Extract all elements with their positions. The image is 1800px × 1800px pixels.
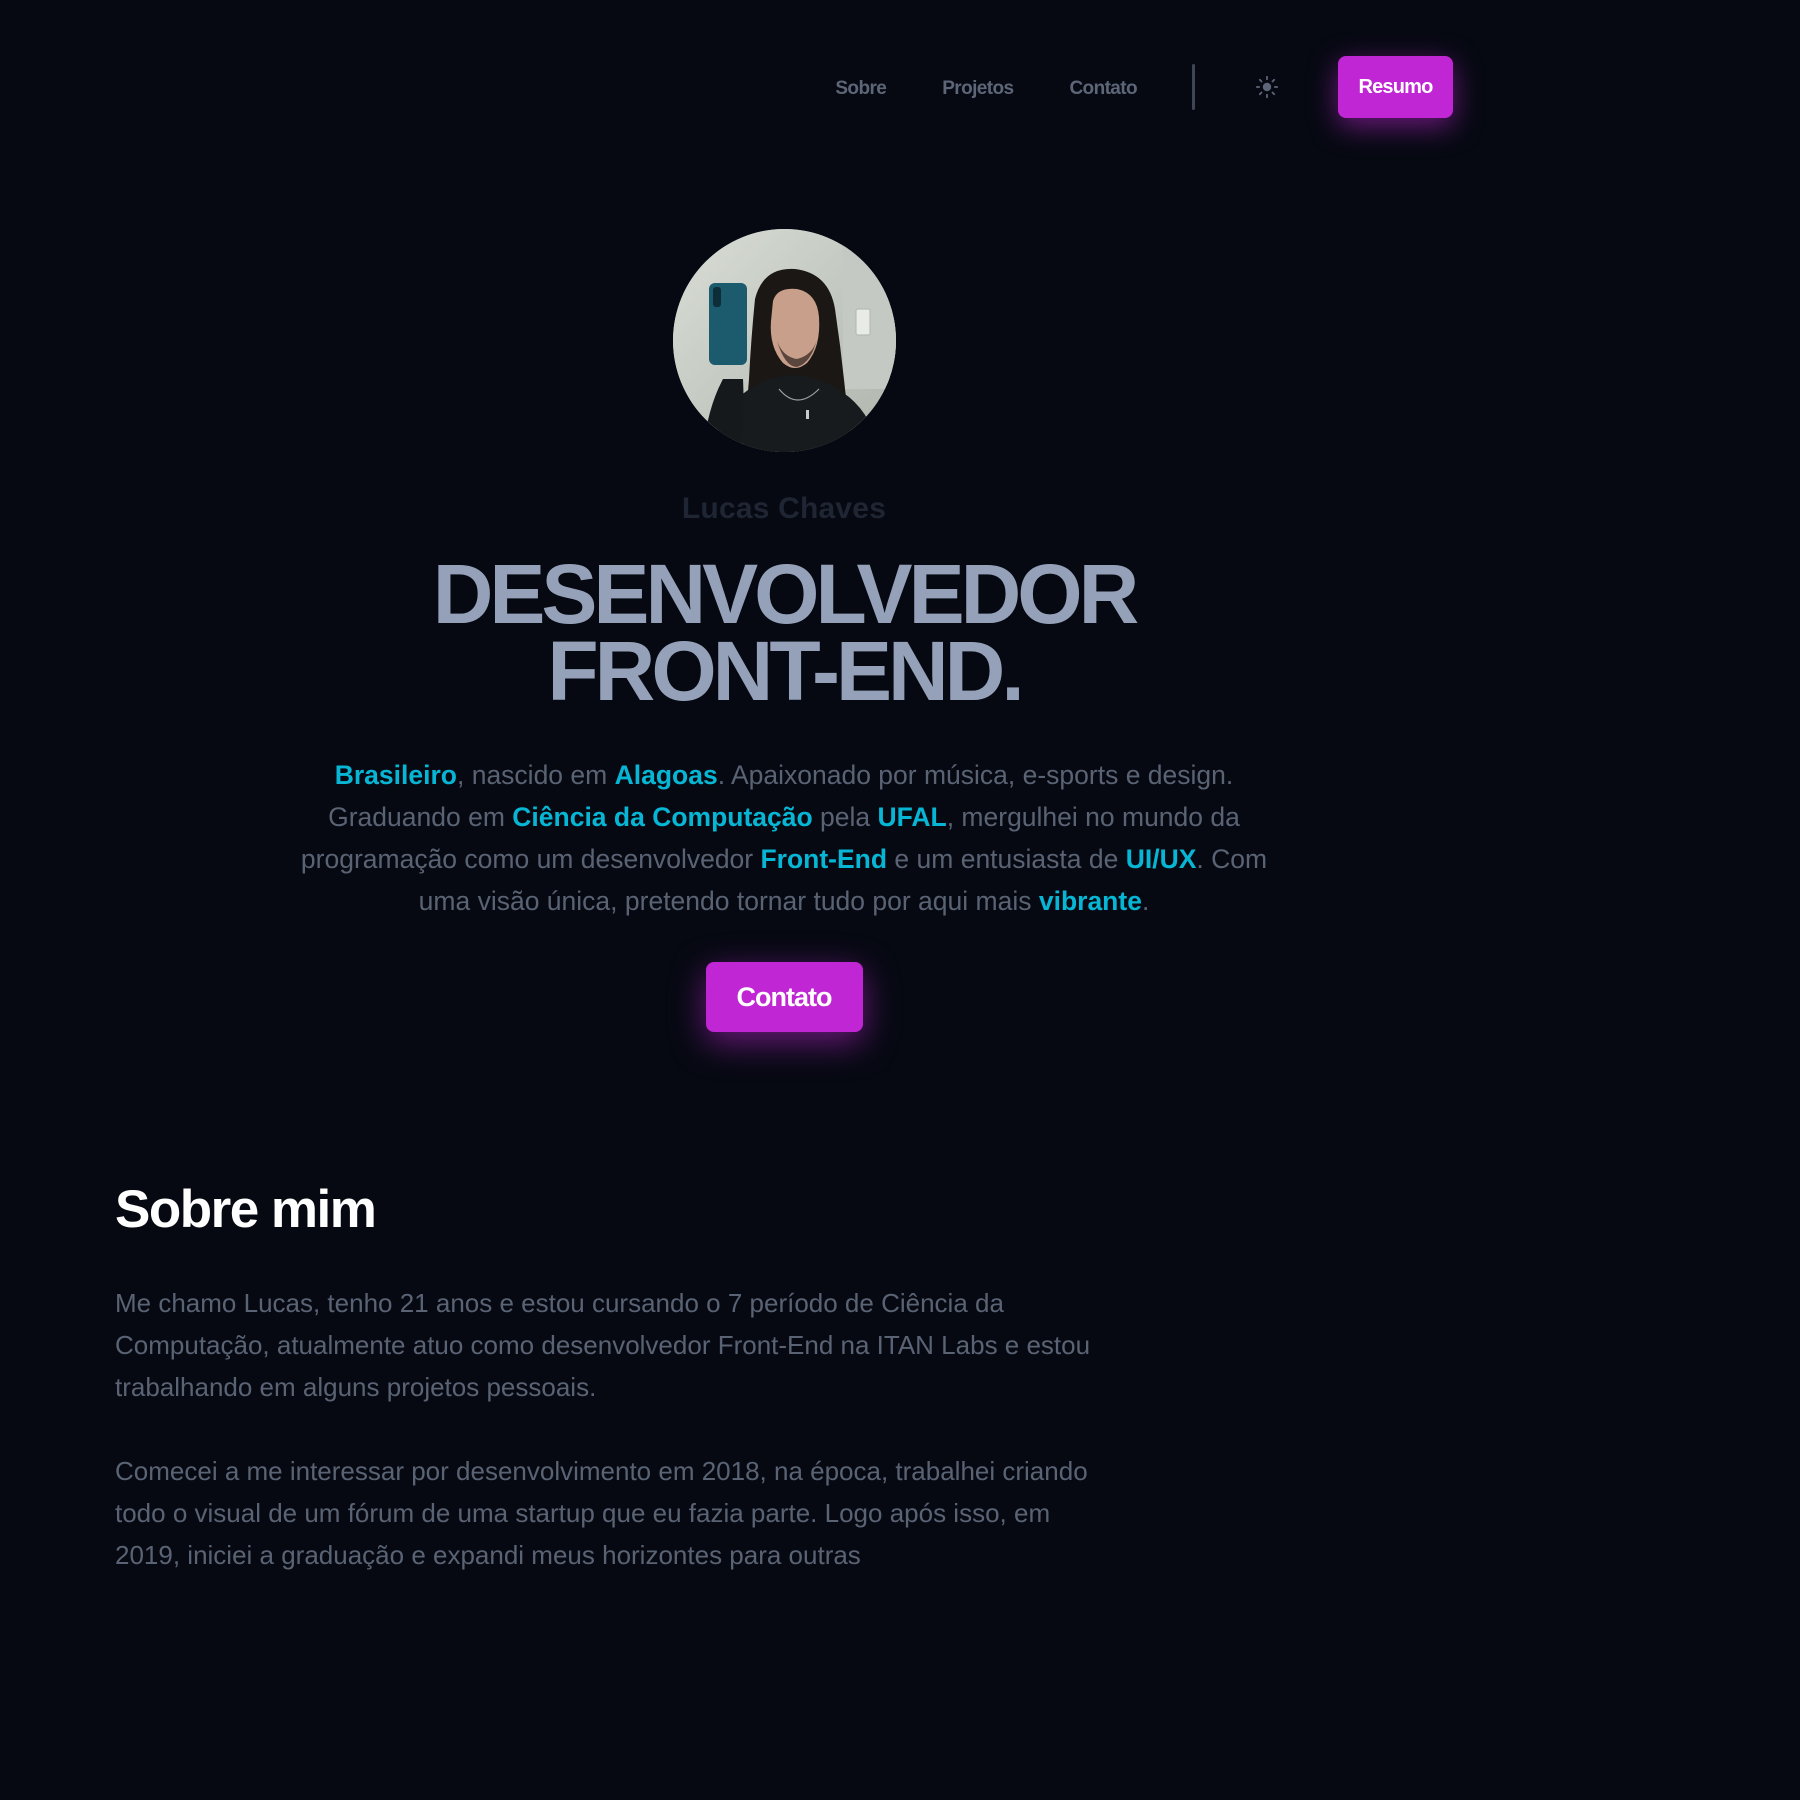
nav-link-projetos[interactable]: Projetos [942, 74, 1014, 100]
profile-photo [672, 229, 896, 452]
bio-text: pela [812, 802, 878, 832]
bio-highlight-ufal: UFAL [877, 802, 947, 832]
bio-text: e um entusiasta de [887, 844, 1126, 874]
hero-section: Lucas Chaves DESENVOLVEDOR FRONT-END. Br… [0, 229, 1568, 1032]
bio-highlight-uiux: UI/UX [1125, 844, 1197, 874]
hero-name: Lucas Chaves [681, 492, 887, 525]
about-title: Sobre mim [115, 1180, 377, 1239]
bio-highlight-vibrante: vibrante [1038, 886, 1142, 916]
hero-title-line-2: FRONT-END. [547, 624, 1024, 718]
avatar [672, 229, 896, 452]
about-section: Sobre mim Me chamo Lucas, tenho 21 anos … [115, 1180, 1095, 1576]
bio-text: . [1141, 886, 1150, 916]
nav-link-sobre[interactable]: Sobre [835, 74, 886, 100]
bio-highlight-alagoas: Alagoas [614, 760, 718, 790]
nav-link-contato[interactable]: Contato [1069, 74, 1137, 100]
hero-bio: Brasileiro, nascido em Alagoas. Apaixona… [294, 754, 1274, 922]
about-paragraph-2: Comecei a me interessar por desenvolvime… [115, 1456, 1088, 1570]
bio-text: , nascido em [456, 760, 615, 790]
bio-highlight-frontend: Front-End [760, 844, 888, 874]
top-nav: Sobre Projetos Contato Resumo [835, 56, 1453, 118]
nav-divider [1192, 64, 1195, 110]
about-paragraph-1: Me chamo Lucas, tenho 21 anos e estou cu… [115, 1288, 1091, 1402]
bio-highlight-brasileiro: Brasileiro [334, 760, 457, 790]
theme-toggle-button[interactable] [1253, 73, 1281, 101]
sun-icon [1255, 75, 1279, 99]
contact-button[interactable]: Contato [705, 962, 863, 1032]
resume-button[interactable]: Resumo [1338, 56, 1453, 118]
bio-highlight-course: Ciência da Computação [512, 802, 813, 832]
hero-title: DESENVOLVEDOR FRONT-END. [0, 552, 1568, 713]
